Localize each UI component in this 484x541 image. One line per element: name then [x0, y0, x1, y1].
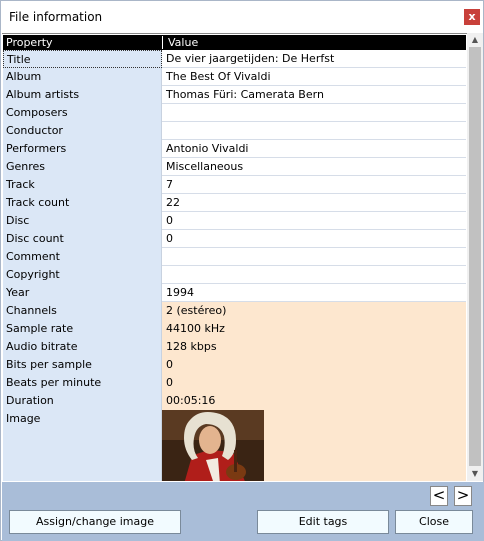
- property-label: Disc count: [3, 230, 162, 248]
- property-value: 2 (estéreo): [162, 302, 466, 320]
- table-row[interactable]: Sample rate 44100 kHz: [3, 320, 466, 338]
- previous-button[interactable]: <: [430, 486, 448, 506]
- grid-rows: Title De vier jaargetijden: De Herfst Alb…: [3, 50, 466, 481]
- table-row[interactable]: Album The Best Of Vivaldi: [3, 68, 466, 86]
- property-grid: Property Value Title De vier jaargetijden…: [2, 33, 467, 481]
- grid-header: Property Value: [3, 35, 466, 50]
- property-label: Bits per sample: [3, 356, 162, 374]
- scroll-up-icon[interactable]: ▲: [467, 33, 483, 47]
- assign-image-button[interactable]: Assign/change image: [9, 510, 181, 534]
- property-value: 00:05:16: [162, 392, 466, 410]
- header-value[interactable]: Value: [168, 36, 198, 49]
- table-row[interactable]: Copyright: [3, 266, 466, 284]
- property-label: Disc: [3, 212, 162, 230]
- table-row[interactable]: Genres Miscellaneous: [3, 158, 466, 176]
- property-label: Duration: [3, 392, 162, 410]
- title-bar: File information x: [1, 1, 483, 33]
- next-button[interactable]: >: [454, 486, 472, 506]
- property-value[interactable]: [162, 266, 466, 284]
- property-value: 44100 kHz: [162, 320, 466, 338]
- table-row[interactable]: Beats per minute 0: [3, 374, 466, 392]
- cover-art-image: [162, 410, 264, 481]
- property-label: Audio bitrate: [3, 338, 162, 356]
- property-value[interactable]: 22: [162, 194, 466, 212]
- property-value[interactable]: Thomas Füri: Camerata Bern: [162, 86, 466, 104]
- property-label: Image: [3, 410, 162, 481]
- table-row[interactable]: Image: [3, 410, 466, 481]
- vertical-scrollbar[interactable]: ▲ ▼: [467, 33, 483, 481]
- table-row[interactable]: Track count 22: [3, 194, 466, 212]
- header-divider[interactable]: [162, 36, 163, 49]
- property-value[interactable]: [162, 410, 466, 481]
- footer-bar: < > Assign/change image Edit tags Close: [2, 482, 484, 541]
- table-row[interactable]: Bits per sample 0: [3, 356, 466, 374]
- table-row[interactable]: Disc 0: [3, 212, 466, 230]
- property-value[interactable]: Miscellaneous: [162, 158, 466, 176]
- property-label: Channels: [3, 302, 162, 320]
- window-title: File information: [9, 10, 103, 24]
- property-label: Sample rate: [3, 320, 162, 338]
- property-value[interactable]: 7: [162, 176, 466, 194]
- table-row[interactable]: Disc count 0: [3, 230, 466, 248]
- property-label: Copyright: [3, 266, 162, 284]
- property-label: Genres: [3, 158, 162, 176]
- property-value: 128 kbps: [162, 338, 466, 356]
- close-icon[interactable]: x: [464, 9, 480, 25]
- property-value: 0: [162, 374, 466, 392]
- property-value[interactable]: [162, 104, 466, 122]
- scroll-thumb[interactable]: [469, 47, 481, 466]
- property-label: Track: [3, 176, 162, 194]
- table-row[interactable]: Album artists Thomas Füri: Camerata Bern: [3, 86, 466, 104]
- property-value[interactable]: [162, 122, 466, 140]
- property-value[interactable]: De vier jaargetijden: De Herfst: [162, 50, 466, 68]
- property-value[interactable]: 0: [162, 230, 466, 248]
- table-row[interactable]: Conductor: [3, 122, 466, 140]
- file-information-window: File information x Property Value Title D…: [0, 0, 484, 541]
- property-label: Conductor: [3, 122, 162, 140]
- scroll-down-icon[interactable]: ▼: [467, 467, 483, 481]
- property-label: Comment: [3, 248, 162, 266]
- table-row[interactable]: Channels 2 (estéreo): [3, 302, 466, 320]
- property-label: Beats per minute: [3, 374, 162, 392]
- property-value: 0: [162, 356, 466, 374]
- property-label: Album: [3, 68, 162, 86]
- table-row[interactable]: Track 7: [3, 176, 466, 194]
- property-label: Composers: [3, 104, 162, 122]
- table-row[interactable]: Duration 00:05:16: [3, 392, 466, 410]
- property-value[interactable]: 0: [162, 212, 466, 230]
- table-row[interactable]: Audio bitrate 128 kbps: [3, 338, 466, 356]
- property-label: Album artists: [3, 86, 162, 104]
- table-row[interactable]: Title De vier jaargetijden: De Herfst: [3, 50, 466, 68]
- property-label: Performers: [3, 140, 162, 158]
- property-value[interactable]: [162, 248, 466, 266]
- table-row[interactable]: Comment: [3, 248, 466, 266]
- property-label: Title: [3, 50, 162, 68]
- close-button[interactable]: Close: [395, 510, 473, 534]
- property-label: Year: [3, 284, 162, 302]
- table-row[interactable]: Performers Antonio Vivaldi: [3, 140, 466, 158]
- table-row[interactable]: Composers: [3, 104, 466, 122]
- edit-tags-button[interactable]: Edit tags: [257, 510, 389, 534]
- property-value[interactable]: The Best Of Vivaldi: [162, 68, 466, 86]
- property-value[interactable]: Antonio Vivaldi: [162, 140, 466, 158]
- property-label: Track count: [3, 194, 162, 212]
- table-row[interactable]: Year 1994: [3, 284, 466, 302]
- header-property[interactable]: Property: [6, 36, 53, 49]
- property-value[interactable]: 1994: [162, 284, 466, 302]
